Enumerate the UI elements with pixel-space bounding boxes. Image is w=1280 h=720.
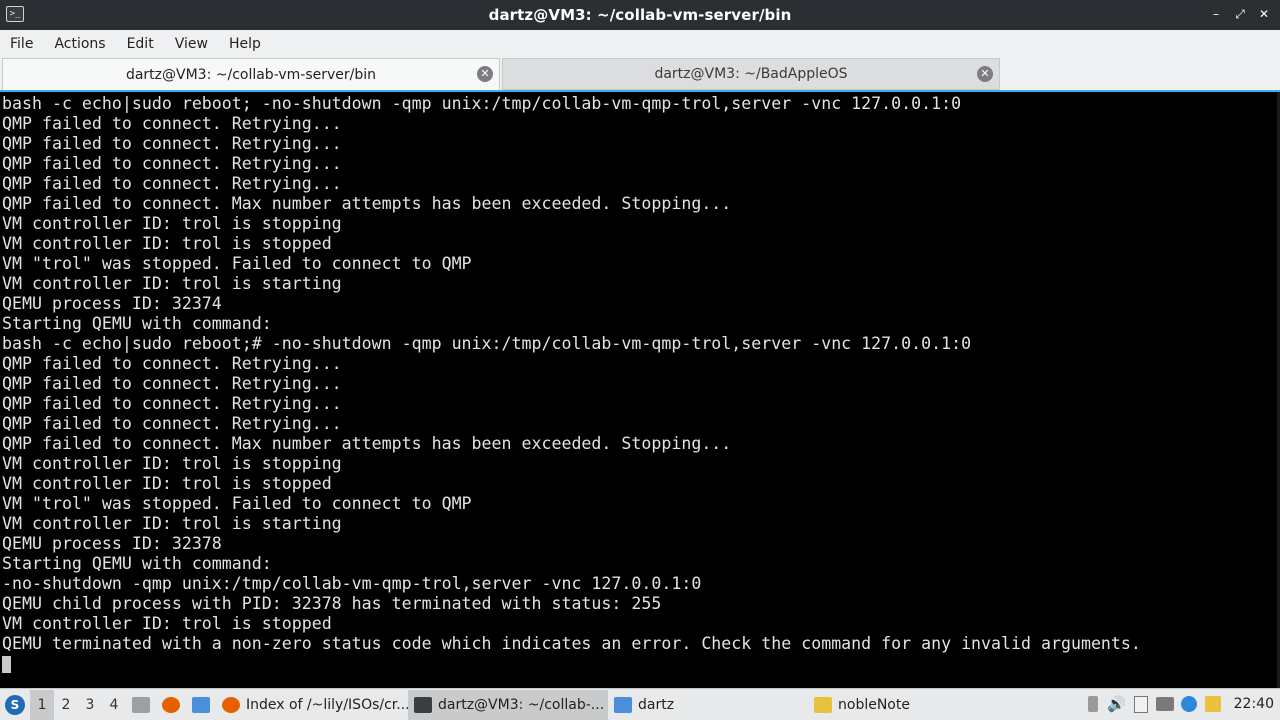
close-icon[interactable]: ✕	[1256, 5, 1272, 23]
workspace-3[interactable]: 3	[78, 690, 102, 720]
terminal-line: QEMU child process with PID: 32378 has t…	[2, 594, 662, 613]
taskbar: S 1 2 3 4 Index of /~lily/ISOs/cr... dar…	[0, 688, 1280, 720]
volume-icon[interactable]: 🔊	[1106, 689, 1128, 719]
terminal-line: QMP failed to connect. Retrying...	[2, 154, 342, 173]
terminal-line: VM controller ID: trol is stopping	[2, 454, 342, 473]
show-desktop-button[interactable]	[126, 690, 156, 720]
file-manager-launcher[interactable]	[186, 690, 216, 720]
workspace-4[interactable]: 4	[102, 690, 126, 720]
terminal-line: VM controller ID: trol is stopped	[2, 474, 332, 493]
terminal-line: QMP failed to connect. Max number attemp…	[2, 194, 732, 213]
firefox-icon	[222, 696, 240, 713]
task-firefox[interactable]: Index of /~lily/ISOs/cr...	[216, 690, 408, 720]
firefox-icon	[162, 696, 180, 713]
terminal-app-icon[interactable]: >_	[6, 6, 24, 22]
terminal-line: QMP failed to connect. Retrying...	[2, 354, 342, 373]
task-noblenote[interactable]: nobleNote	[808, 690, 1008, 720]
desktop-icon	[132, 696, 150, 713]
network-icon[interactable]	[1154, 689, 1176, 719]
terminal-line: QMP failed to connect. Retrying...	[2, 114, 342, 133]
terminal-line: Starting QEMU with command:	[2, 314, 272, 333]
terminal-output[interactable]: bash -c echo|sudo reboot; -no-shutdown -…	[0, 90, 1280, 688]
terminal-line: QMP failed to connect. Max number attemp…	[2, 434, 732, 453]
task-file-manager[interactable]: dartz	[608, 690, 808, 720]
notes-tray-icon[interactable]	[1202, 689, 1224, 719]
terminal-line: VM "trol" was stopped. Failed to connect…	[2, 254, 472, 273]
terminal-line: QMP failed to connect. Retrying...	[2, 414, 342, 433]
terminal-line: VM controller ID: trol is stopped	[2, 614, 332, 633]
terminal-line: VM controller ID: trol is starting	[2, 514, 342, 533]
terminal-line: QMP failed to connect. Retrying...	[2, 394, 342, 413]
task-label: dartz@VM3: ~/collab-...	[438, 696, 605, 713]
workspace-2[interactable]: 2	[54, 690, 78, 720]
maximize-icon[interactable]: ⤢	[1232, 5, 1248, 23]
minimize-icon[interactable]: –	[1208, 5, 1224, 23]
task-label: Index of /~lily/ISOs/cr...	[246, 696, 408, 713]
workspace-1[interactable]: 1	[30, 689, 54, 720]
start-menu-icon: S	[5, 694, 25, 715]
terminal-line: VM "trol" was stopped. Failed to connect…	[2, 494, 472, 513]
window-titlebar[interactable]: >_ dartz@VM3: ~/collab-vm-server/bin – ⤢…	[0, 0, 1280, 30]
menu-edit[interactable]: Edit	[127, 36, 154, 52]
menu-help[interactable]: Help	[229, 36, 261, 52]
tab-label: dartz@VM3: ~/collab-vm-server/bin	[125, 66, 377, 83]
tab-bar: dartz@VM3: ~/collab-vm-server/bin ✕ dart…	[0, 58, 1280, 90]
folder-icon	[192, 696, 210, 713]
terminal-line: VM controller ID: trol is stopping	[2, 214, 342, 233]
system-tray: 🔊 22:40	[1080, 689, 1280, 719]
terminal-line: QEMU process ID: 32374	[2, 294, 222, 313]
terminal-cursor	[2, 656, 11, 673]
window-controls: – ⤢ ✕	[1208, 5, 1272, 23]
terminal-line: bash -c echo|sudo reboot;# -no-shutdown …	[2, 334, 972, 353]
task-terminal[interactable]: dartz@VM3: ~/collab-...	[408, 689, 608, 720]
terminal-line: VM controller ID: trol is starting	[2, 274, 342, 293]
clock[interactable]: 22:40	[1234, 696, 1274, 712]
terminal-line: QMP failed to connect. Retrying...	[2, 134, 342, 153]
terminal-line: -no-shutdown -qmp unix:/tmp/collab-vm-qm…	[2, 574, 702, 593]
update-icon[interactable]	[1178, 689, 1200, 719]
task-label: nobleNote	[838, 696, 910, 713]
clipboard-icon[interactable]	[1130, 689, 1152, 719]
tab-badappleos[interactable]: dartz@VM3: ~/BadAppleOS ✕	[502, 58, 1000, 90]
firefox-launcher[interactable]	[156, 690, 186, 720]
tab-close-icon[interactable]: ✕	[977, 66, 993, 82]
terminal-line: QEMU process ID: 32378	[2, 534, 222, 553]
task-label: dartz	[638, 696, 675, 713]
menu-bar: File Actions Edit View Help	[0, 30, 1280, 58]
folder-icon	[614, 696, 632, 713]
menu-actions[interactable]: Actions	[54, 36, 105, 52]
battery-icon[interactable]	[1082, 689, 1104, 719]
menu-view[interactable]: View	[175, 36, 208, 52]
terminal-line: Starting QEMU with command:	[2, 554, 272, 573]
tab-close-icon[interactable]: ✕	[477, 66, 493, 82]
terminal-line: VM controller ID: trol is stopped	[2, 234, 332, 253]
tab-label: dartz@VM3: ~/BadAppleOS	[654, 66, 848, 82]
note-icon	[814, 696, 832, 713]
start-menu-button[interactable]: S	[0, 690, 30, 720]
window-title: dartz@VM3: ~/collab-vm-server/bin	[488, 6, 792, 24]
terminal-line: QEMU terminated with a non-zero status c…	[2, 634, 1141, 653]
terminal-lines: bash -c echo|sudo reboot; -no-shutdown -…	[2, 94, 1141, 673]
tab-collab-vm-server[interactable]: dartz@VM3: ~/collab-vm-server/bin ✕	[2, 58, 500, 90]
menu-file[interactable]: File	[10, 36, 33, 52]
terminal-line: QMP failed to connect. Retrying...	[2, 174, 342, 193]
terminal-icon	[414, 696, 432, 713]
terminal-line: bash -c echo|sudo reboot; -no-shutdown -…	[2, 94, 962, 113]
terminal-line: QMP failed to connect. Retrying...	[2, 374, 342, 393]
